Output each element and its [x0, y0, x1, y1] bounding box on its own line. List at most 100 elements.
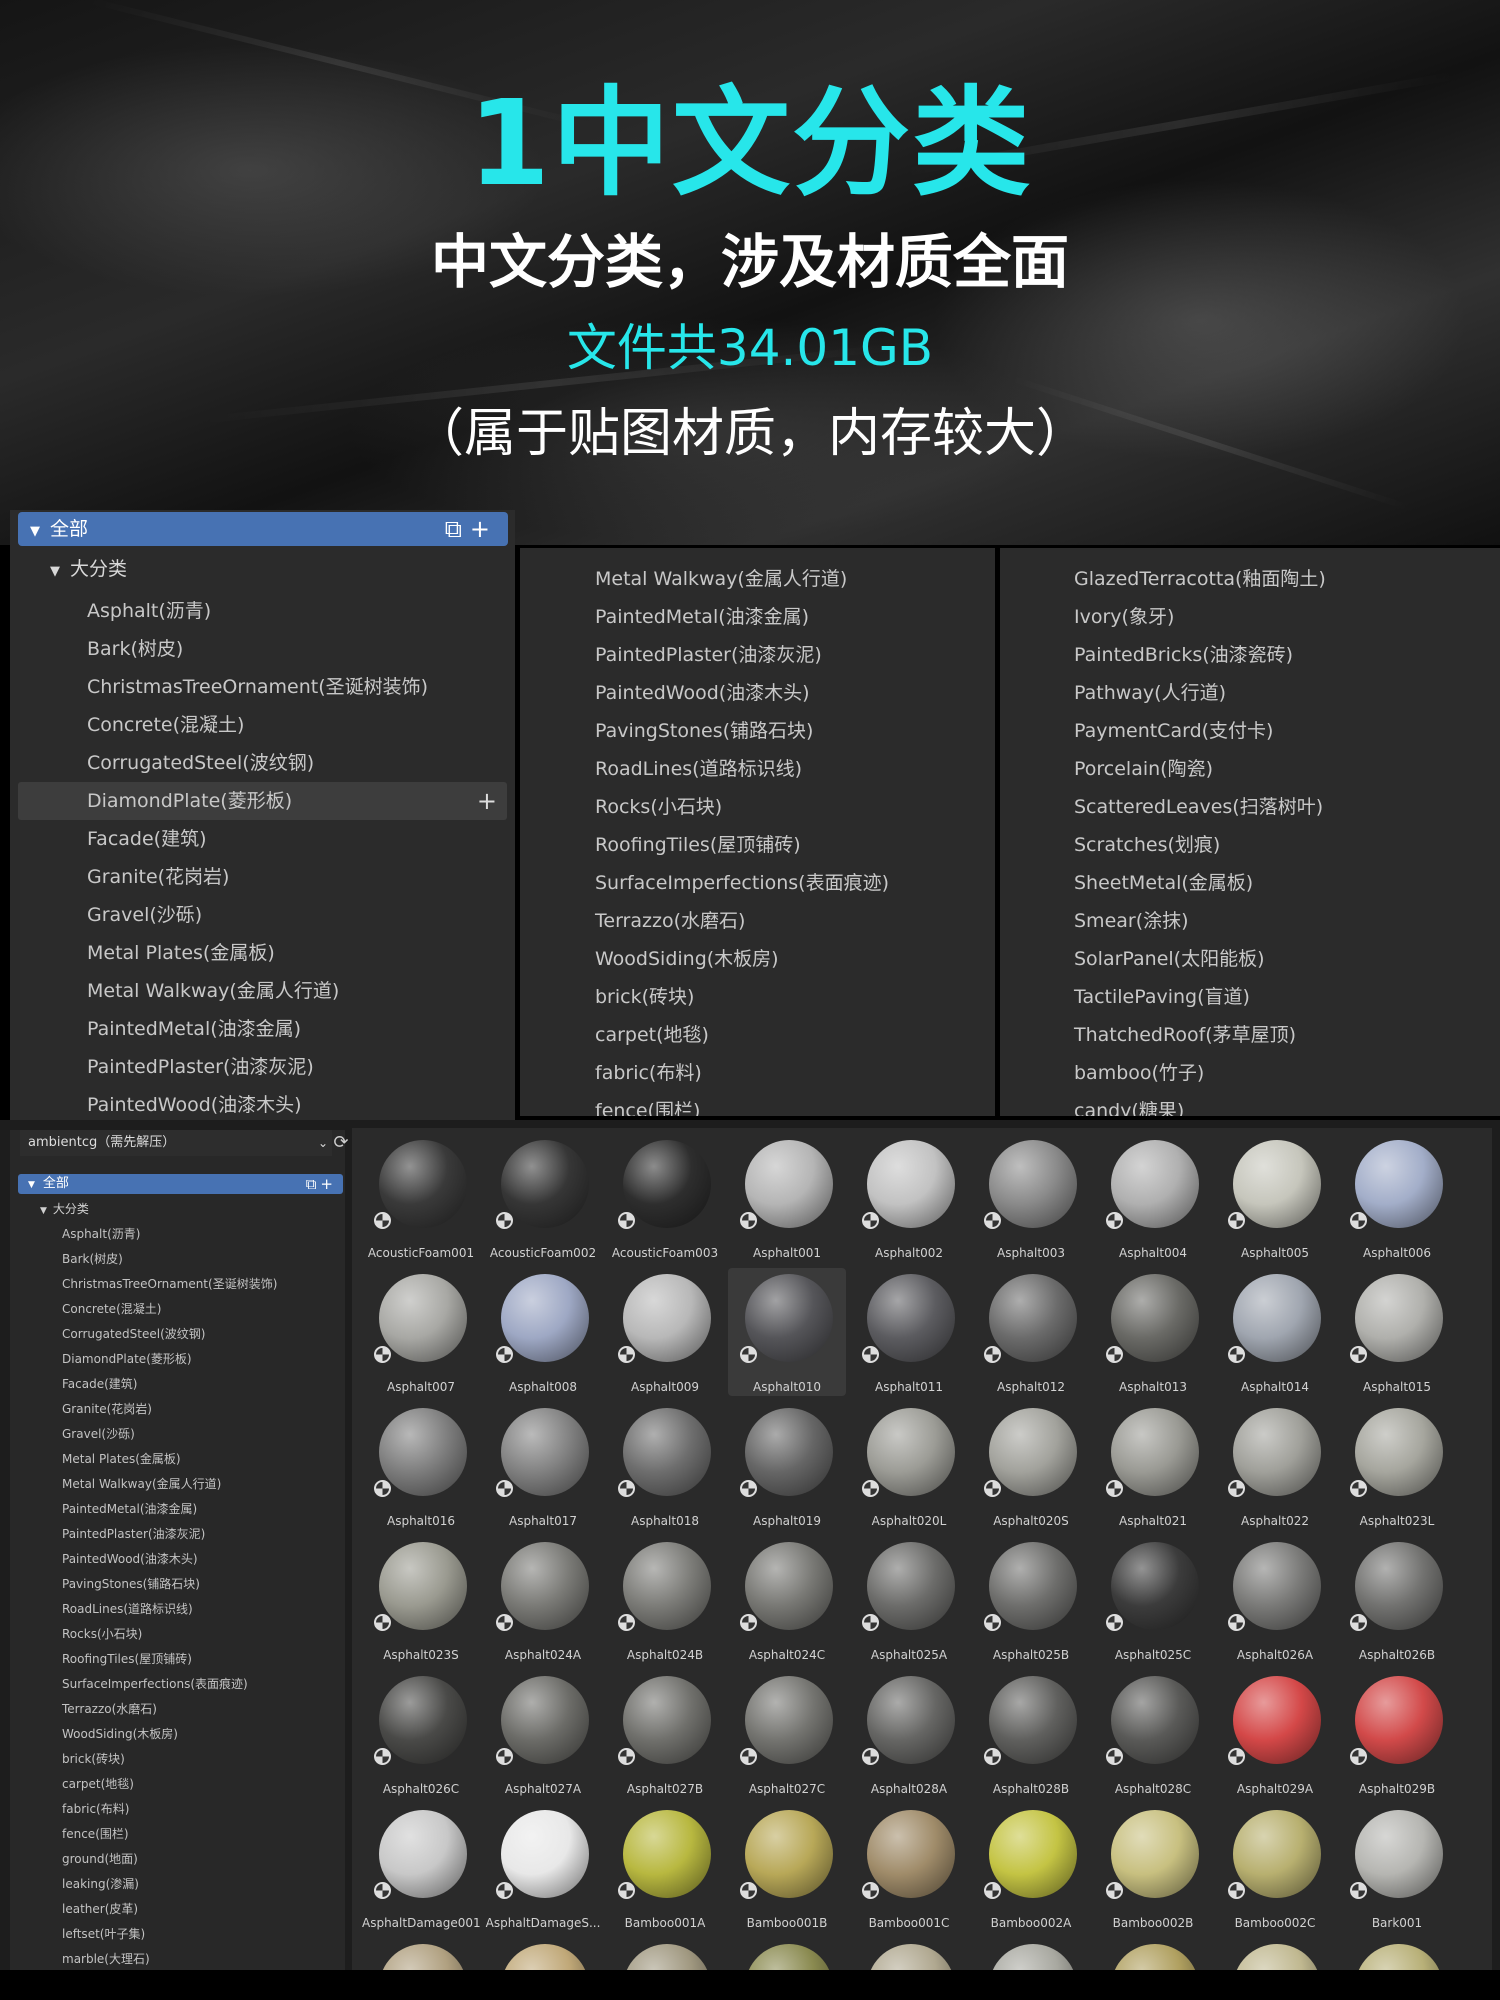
- category-item[interactable]: Pathway(人行道): [1000, 674, 1500, 712]
- asset-tile[interactable]: Asphalt027C: [728, 1670, 846, 1798]
- asset-tile[interactable]: Asphalt027B: [606, 1670, 724, 1798]
- asset-tile[interactable]: Asphalt028C: [1094, 1670, 1212, 1798]
- category-item[interactable]: Gravel(沙砾): [10, 896, 515, 934]
- asset-tile[interactable]: Asphalt004: [1094, 1134, 1212, 1262]
- asset-tile[interactable]: Asphalt024B: [606, 1536, 724, 1664]
- category-item[interactable]: fence(围栏): [520, 1092, 995, 1116]
- asset-tile[interactable]: AsphaltDamage001: [362, 1804, 480, 1932]
- category-item[interactable]: PaintedMetal(油漆金属): [520, 598, 995, 636]
- category-item[interactable]: Terrazzo(水磨石): [520, 902, 995, 940]
- asset-tile[interactable]: Bark001: [1338, 1804, 1456, 1932]
- category-item[interactable]: Metal Plates(金属板): [10, 934, 515, 972]
- category-item[interactable]: Metal Walkway(金属人行道): [62, 1472, 277, 1497]
- asset-tile[interactable]: Asphalt020L: [850, 1402, 968, 1530]
- asset-tile[interactable]: Bamboo001A: [606, 1804, 724, 1932]
- category-item[interactable]: leaking(渗漏): [62, 1872, 277, 1897]
- category-item[interactable]: Asphalt(沥青): [10, 592, 515, 630]
- category-item[interactable]: leftset(叶子集): [62, 1922, 277, 1947]
- category-item[interactable]: candy(糖果): [1000, 1092, 1500, 1116]
- category-item[interactable]: RoadLines(道路标识线): [520, 750, 995, 788]
- category-item[interactable]: Scratches(划痕): [1000, 826, 1500, 864]
- asset-tile[interactable]: Asphalt029A: [1216, 1670, 1334, 1798]
- asset-tile[interactable]: [1094, 1938, 1212, 1970]
- add-icon[interactable]: +: [470, 515, 498, 543]
- category-item[interactable]: fence(围栏): [62, 1822, 277, 1847]
- category-item[interactable]: SurfaceImperfections(表面痕迹): [62, 1672, 277, 1697]
- library-select[interactable]: ambientcg（需先解压） ⌄: [20, 1130, 332, 1156]
- asset-tile[interactable]: [1338, 1938, 1456, 1970]
- asset-tile[interactable]: Asphalt026B: [1338, 1536, 1456, 1664]
- category-item[interactable]: PaintedMetal(油漆金属): [62, 1497, 277, 1522]
- category-item[interactable]: Smear(涂抹): [1000, 902, 1500, 940]
- category-item[interactable]: PaintedPlaster(油漆灰泥): [520, 636, 995, 674]
- category-item[interactable]: PaintedPlaster(油漆灰泥): [62, 1522, 277, 1547]
- category-item[interactable]: SheetMetal(金属板): [1000, 864, 1500, 902]
- collapse-triangle-icon[interactable]: ▼: [40, 1206, 47, 1216]
- asset-tile[interactable]: [1216, 1938, 1334, 1970]
- asset-tile[interactable]: [606, 1938, 724, 1970]
- asset-tile[interactable]: Asphalt006: [1338, 1134, 1456, 1262]
- asset-tile[interactable]: [484, 1938, 602, 1970]
- category-item[interactable]: DiamondPlate(菱形板) +: [18, 782, 507, 820]
- asset-tile[interactable]: AcousticFoam001: [362, 1134, 480, 1262]
- category-item[interactable]: PaymentCard(支付卡): [1000, 712, 1500, 750]
- tree-root-all[interactable]: ▼ 全部 ⧉+: [18, 512, 508, 546]
- asset-tile[interactable]: [362, 1938, 480, 1970]
- asset-tile[interactable]: Asphalt014: [1216, 1268, 1334, 1396]
- category-item[interactable]: PaintedPlaster(油漆灰泥): [10, 1048, 515, 1086]
- asset-tile[interactable]: Asphalt016: [362, 1402, 480, 1530]
- chevron-down-icon[interactable]: ⌄: [318, 1130, 328, 1156]
- asset-tile[interactable]: [728, 1938, 846, 1970]
- category-item[interactable]: Gravel(沙砾): [62, 1422, 277, 1447]
- category-item[interactable]: Concrete(混凝土): [62, 1297, 277, 1322]
- asset-tile[interactable]: Asphalt010: [728, 1268, 846, 1396]
- asset-tile[interactable]: Asphalt025B: [972, 1536, 1090, 1664]
- tree-root-all[interactable]: ▼ 全部 ⧉+: [18, 1174, 343, 1194]
- category-item[interactable]: Metal Walkway(金属人行道): [520, 560, 995, 598]
- asset-tile[interactable]: Asphalt025C: [1094, 1536, 1212, 1664]
- collapse-triangle-icon[interactable]: ▼: [30, 515, 40, 549]
- category-item[interactable]: PavingStones(铺路石块): [62, 1572, 277, 1597]
- asset-tile[interactable]: Asphalt011: [850, 1268, 968, 1396]
- asset-tile[interactable]: Bamboo001B: [728, 1804, 846, 1932]
- category-item[interactable]: PaintedBricks(油漆瓷砖): [1000, 636, 1500, 674]
- asset-tile[interactable]: Bamboo002C: [1216, 1804, 1334, 1932]
- category-item[interactable]: Rocks(小石块): [62, 1622, 277, 1647]
- category-item[interactable]: Granite(花岗岩): [62, 1397, 277, 1422]
- asset-tile[interactable]: Asphalt021: [1094, 1402, 1212, 1530]
- category-item[interactable]: Terrazzo(水磨石): [62, 1697, 277, 1722]
- asset-tile[interactable]: Bamboo002B: [1094, 1804, 1212, 1932]
- asset-tile[interactable]: Asphalt005: [1216, 1134, 1334, 1262]
- tree-subgroup[interactable]: ▼ 大分类: [50, 554, 127, 581]
- asset-tile[interactable]: Asphalt018: [606, 1402, 724, 1530]
- category-item[interactable]: SolarPanel(太阳能板): [1000, 940, 1500, 978]
- asset-tile[interactable]: AcousticFoam003: [606, 1134, 724, 1262]
- asset-tile[interactable]: Asphalt008: [484, 1268, 602, 1396]
- category-item[interactable]: PaintedWood(油漆木头): [62, 1547, 277, 1572]
- asset-tile[interactable]: Bamboo002A: [972, 1804, 1090, 1932]
- category-item[interactable]: Ivory(象牙): [1000, 598, 1500, 636]
- category-item[interactable]: DiamondPlate(菱形板): [62, 1347, 277, 1372]
- category-item[interactable]: leather(皮革): [62, 1897, 277, 1922]
- asset-tile[interactable]: Asphalt026C: [362, 1670, 480, 1798]
- category-item[interactable]: ScatteredLeaves(扫落树叶): [1000, 788, 1500, 826]
- asset-tile[interactable]: Asphalt001: [728, 1134, 846, 1262]
- category-item[interactable]: Porcelain(陶瓷): [1000, 750, 1500, 788]
- category-item[interactable]: marble(大理石): [62, 1947, 277, 1970]
- category-item[interactable]: ChristmasTreeOrnament(圣诞树装饰): [62, 1272, 277, 1297]
- add-icon[interactable]: +: [320, 1175, 337, 1193]
- category-item[interactable]: fabric(布料): [520, 1054, 995, 1092]
- category-item[interactable]: Asphalt(沥青): [62, 1222, 277, 1247]
- category-item[interactable]: PaintedWood(油漆木头): [520, 674, 995, 712]
- category-item[interactable]: CorrugatedSteel(波纹钢): [62, 1322, 277, 1347]
- category-item[interactable]: fabric(布料): [62, 1797, 277, 1822]
- category-item[interactable]: TactilePaving(盲道): [1000, 978, 1500, 1016]
- new-catalog-icon[interactable]: ⧉: [306, 1175, 321, 1193]
- category-item[interactable]: Granite(花岗岩): [10, 858, 515, 896]
- collapse-triangle-icon[interactable]: ▼: [28, 1180, 35, 1190]
- refresh-icon[interactable]: ⟳: [330, 1130, 352, 1156]
- asset-tile[interactable]: Asphalt020S: [972, 1402, 1090, 1530]
- asset-tile[interactable]: Asphalt002: [850, 1134, 968, 1262]
- category-item[interactable]: Bark(树皮): [62, 1247, 277, 1272]
- tree-subgroup[interactable]: ▼ 大分类: [40, 1200, 89, 1217]
